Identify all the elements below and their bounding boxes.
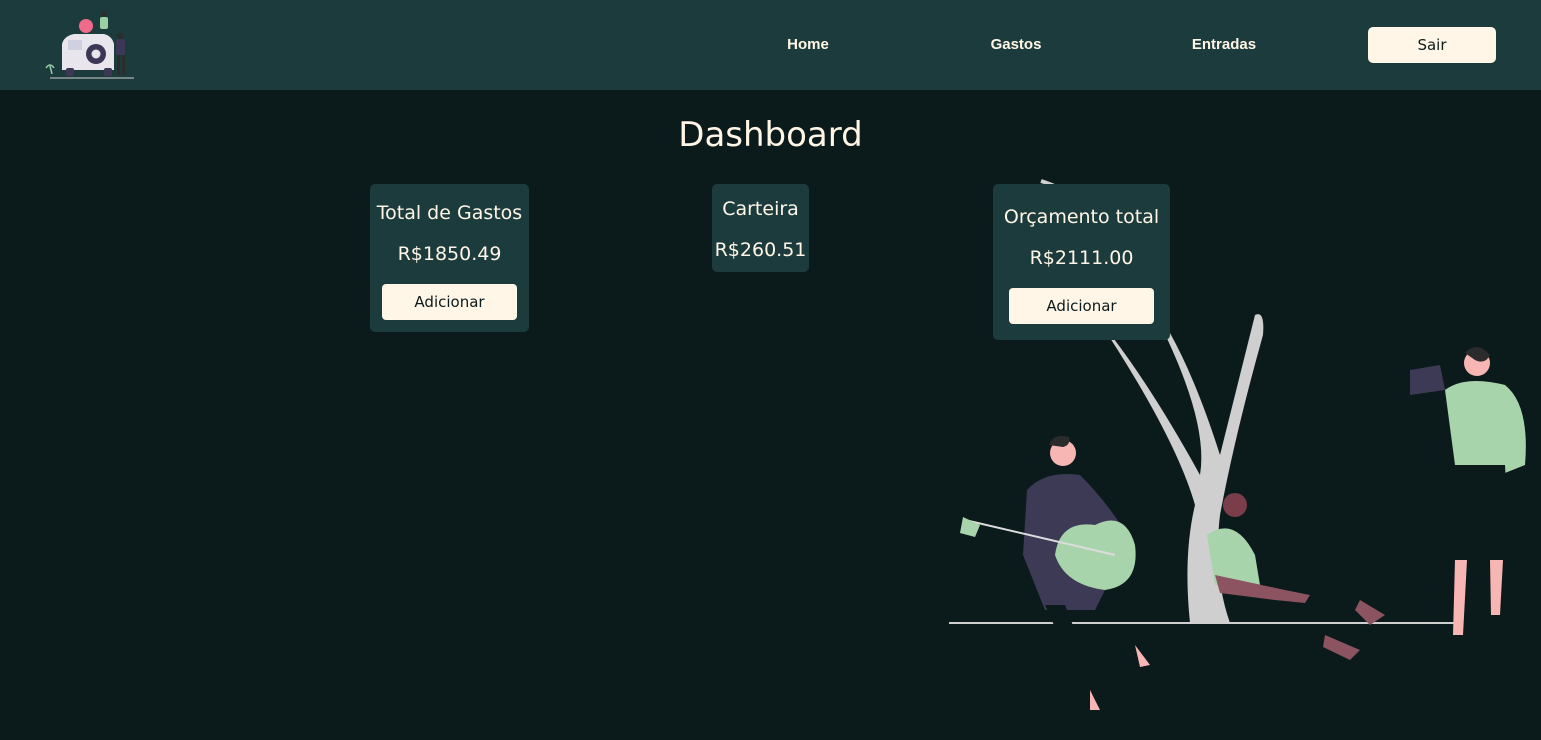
card-value: R$1850.49 xyxy=(397,243,502,265)
add-gasto-button[interactable]: Adicionar xyxy=(382,284,517,320)
card-carteira: Carteira R$260.51 xyxy=(712,184,809,272)
logo-icon[interactable] xyxy=(44,10,136,82)
add-orcamento-button[interactable]: Adicionar xyxy=(1009,288,1154,324)
page-title: Dashboard xyxy=(678,115,863,155)
card-value: R$2111.00 xyxy=(1029,247,1134,269)
card-total-gastos: Total de Gastos R$1850.49 Adicionar xyxy=(370,184,529,332)
nav-link-entradas[interactable]: Entradas xyxy=(1180,36,1268,53)
card-title: Total de Gastos xyxy=(376,202,523,224)
logout-button[interactable]: Sair xyxy=(1368,27,1496,63)
nav-link-home[interactable]: Home xyxy=(770,36,846,53)
card-title: Orçamento total xyxy=(1003,206,1160,228)
card-value: R$260.51 xyxy=(714,239,807,261)
card-orcamento-total: Orçamento total R$2111.00 Adicionar xyxy=(993,184,1170,340)
nav-link-gastos[interactable]: Gastos xyxy=(978,36,1054,53)
top-navbar: Home Gastos Entradas Sair xyxy=(0,0,1541,90)
card-title: Carteira xyxy=(722,198,799,220)
